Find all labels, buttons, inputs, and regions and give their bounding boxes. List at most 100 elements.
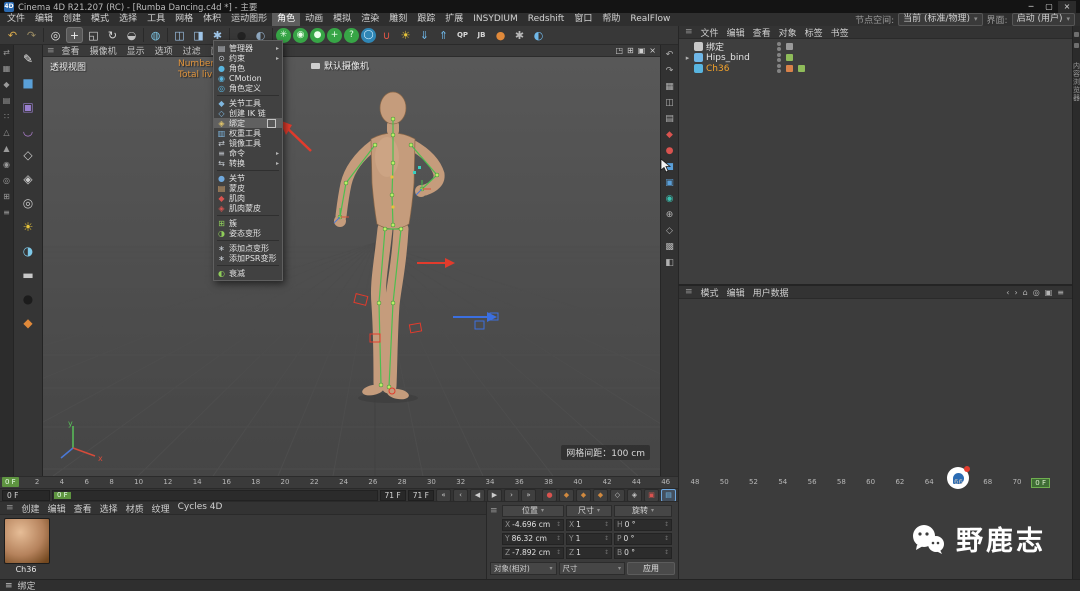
object-tag-icon[interactable] [798, 54, 805, 61]
timeline-tick[interactable]: 50 [720, 478, 729, 486]
menu-bar-item[interactable]: 选择 [114, 13, 142, 26]
coordinate-mode-dropdown[interactable]: 对象(相对)▾ [490, 562, 557, 575]
search-icon[interactable]: ◎ [1033, 288, 1040, 297]
menu-bar-item[interactable]: 动画 [300, 13, 328, 26]
viewport-pin-icon[interactable]: ◳ [615, 46, 623, 55]
object-manager-menu-item[interactable]: 标签 [801, 26, 827, 39]
menu-bar-item[interactable]: 窗口 [569, 13, 597, 26]
menu-bar-item[interactable]: 文件 [2, 13, 30, 26]
timeline-tick[interactable]: 10 [134, 478, 143, 486]
viewport-close-icon[interactable]: × [649, 46, 656, 55]
timeline-tick[interactable]: 8 [109, 478, 113, 486]
object-manager-menu-item[interactable]: 查看 [749, 26, 775, 39]
timeline-tick[interactable]: 36 [515, 478, 524, 486]
interface-layout-dropdown[interactable]: 启动 (用户)▾ [1012, 13, 1075, 26]
material-ball-icon[interactable]: ● [18, 290, 38, 307]
undo-icon[interactable]: ↶ [4, 27, 21, 43]
timeline-tick[interactable]: 20 [281, 478, 290, 486]
menu-bar-item[interactable]: 雕刻 [384, 13, 412, 26]
viewport-menu-item[interactable]: 显示 [122, 44, 150, 57]
menu-item[interactable]: ∗ 添加点变形 [214, 243, 282, 253]
panel-menu-icon[interactable]: ≡ [1057, 288, 1064, 297]
menu-item[interactable]: ∗ 添加PSR变形 [214, 253, 282, 263]
timeline-tick[interactable]: 32 [456, 478, 465, 486]
panel-burger-icon[interactable]: ≡ [682, 27, 696, 37]
orange-sphere-icon[interactable]: ● [492, 27, 509, 43]
dock-icon[interactable] [1074, 43, 1079, 48]
timeline-tick[interactable]: 70 [1013, 478, 1022, 486]
gear-icon[interactable]: ✱ [511, 27, 528, 43]
timeline-tick[interactable]: 28 [398, 478, 407, 486]
size-header-dropdown[interactable]: 尺寸▾ [566, 505, 612, 517]
timeline-tick[interactable]: 68 [983, 478, 992, 486]
last-used-tool-icon[interactable]: ◒ [123, 27, 140, 43]
menu-item[interactable] [217, 215, 279, 216]
menu-item[interactable] [217, 95, 279, 96]
object-manager-menu-item[interactable]: 文件 [697, 26, 723, 39]
diamond-icon[interactable]: ◇ [663, 225, 676, 237]
edges-mode-icon[interactable]: △ [3, 129, 9, 137]
goto-start-button[interactable]: « [436, 489, 451, 502]
material-manager-menu-item[interactable]: 查看 [70, 502, 96, 515]
timeline-tick[interactable]: 6 [84, 478, 88, 486]
polygons-mode-icon[interactable]: ▲ [3, 145, 9, 153]
menu-bar-item[interactable]: 体积 [198, 13, 226, 26]
rotation-p-field[interactable]: P0 °↕ [614, 533, 672, 545]
menu-item[interactable] [217, 240, 279, 241]
menu-item[interactable]: ▤ 管理器 ▸ [214, 43, 282, 53]
timeline-tick[interactable]: 2 [35, 478, 39, 486]
timeline-tick[interactable]: 56 [808, 478, 817, 486]
attribute-manager-menu-item[interactable]: 编辑 [723, 286, 749, 299]
rotation-b-field[interactable]: B0 °↕ [614, 547, 672, 559]
texture-mode-icon[interactable]: ◆ [3, 81, 9, 89]
cycles-icon[interactable]: ◯ [361, 28, 376, 43]
position-x-field[interactable]: X-4.696 cm↕ [502, 519, 564, 531]
menu-bar-item[interactable]: 帮助 [597, 13, 625, 26]
playhead[interactable]: 0 F [2, 477, 19, 487]
floor-object-icon[interactable]: ▬ [18, 266, 38, 283]
position-header-dropdown[interactable]: 位置▾ [502, 505, 564, 517]
node-space-dropdown[interactable]: 当前 (标准/物理)▾ [898, 13, 982, 26]
view-redo-icon[interactable]: ↷ [663, 65, 676, 77]
menu-item[interactable]: ⊙ 约束 ▸ [214, 53, 282, 63]
pen-tool-icon[interactable]: ✎ [18, 50, 38, 67]
magnet-icon[interactable]: ∪ [378, 27, 395, 43]
visibility-dots[interactable] [777, 53, 781, 62]
timeline-tick[interactable]: 48 [690, 478, 699, 486]
object-tag-icon[interactable] [786, 54, 793, 61]
timeline-tick[interactable]: 46 [661, 478, 670, 486]
object-tag-icon[interactable] [798, 43, 805, 50]
frame-selected-icon[interactable]: ◫ [663, 97, 676, 109]
timeline-tick[interactable]: 42 [603, 478, 612, 486]
panel-burger-icon[interactable]: ≡ [47, 46, 57, 56]
menu-item[interactable] [217, 170, 279, 171]
viewport-solo-icon[interactable]: ◎ [3, 177, 10, 185]
snap-icon[interactable]: ⊞ [3, 193, 10, 201]
viewport-menu-item[interactable]: 过滤 [178, 44, 206, 57]
import-icon[interactable]: ⇓ [416, 27, 433, 43]
menu-item[interactable]: ◇ 创建 IK 链 [214, 108, 282, 118]
next-frame-button[interactable]: › [504, 489, 519, 502]
grid-toggle-icon[interactable]: ▩ [663, 241, 676, 253]
autokey-button[interactable]: ▣ [644, 489, 659, 502]
mograph-icon[interactable]: ◆ [18, 314, 38, 331]
attribute-manager-menu-item[interactable]: 模式 [697, 286, 723, 299]
timeline-tick[interactable]: 30 [427, 478, 436, 486]
timeline-tick[interactable]: 40 [573, 478, 582, 486]
menu-bar-item[interactable]: 扩展 [440, 13, 468, 26]
minimize-button[interactable]: ─ [1022, 1, 1040, 13]
object-row[interactable]: ▸ Hips_bind [679, 52, 1072, 63]
menu-bar-item[interactable]: 模式 [86, 13, 114, 26]
menu-item[interactable]: ◆ 肌肉 [214, 193, 282, 203]
range-start-handle[interactable]: 0 F [54, 492, 71, 499]
object-row[interactable]: 绑定 [679, 41, 1072, 52]
object-tag-icon[interactable] [798, 65, 805, 72]
current-frame-field[interactable]: 0 F [2, 490, 50, 501]
globe-icon[interactable]: ◐ [530, 27, 547, 43]
viewport-menu-item[interactable]: 选项 [150, 44, 178, 57]
red-diamond-icon[interactable]: ◆ [663, 129, 676, 141]
size-y-field[interactable]: Y1↕ [566, 533, 612, 545]
timeline-tick[interactable]: 62 [895, 478, 904, 486]
workplane-icon[interactable]: ▤ [3, 97, 11, 105]
points-mode-icon[interactable]: ∷ [4, 113, 9, 121]
